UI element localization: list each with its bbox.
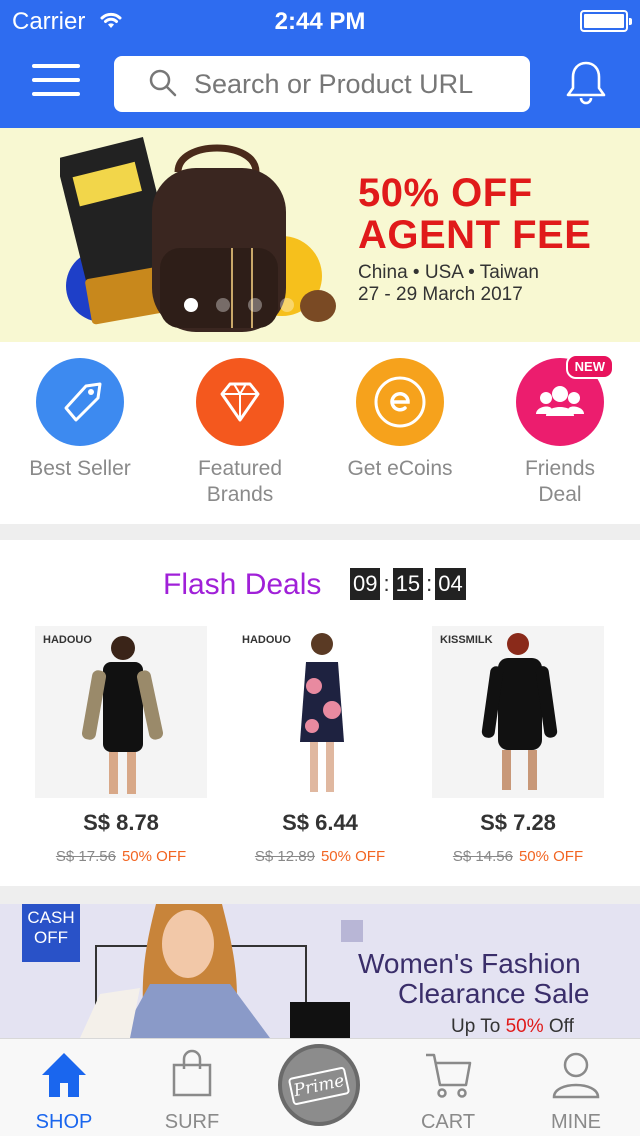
banner-title: Women's Fashion	[358, 948, 581, 979]
banner-subtitle: Clearance Sale	[398, 978, 590, 1009]
category-shortcuts: Best Seller Featured Brands Get eCoins N…	[0, 342, 640, 524]
tab-cart[interactable]: CART	[384, 1039, 512, 1136]
bell-icon[interactable]	[562, 58, 610, 106]
tab-surf[interactable]: SURF	[128, 1039, 256, 1136]
cash-off-badge: CASH OFF	[22, 904, 80, 962]
category-label: Best Seller	[29, 457, 131, 480]
status-bar: Carrier 2:44 PM	[0, 0, 640, 40]
product-price: S$ 7.28	[480, 810, 556, 835]
category-best-seller[interactable]: Best Seller	[0, 358, 160, 482]
category-label: Featured Brands	[197, 457, 283, 506]
discount-label: 50% OFF	[518, 848, 584, 865]
timer-seconds: 04	[435, 568, 466, 600]
original-price: S$ 14.56	[452, 848, 513, 865]
tab-shop[interactable]: SHOP	[0, 1039, 128, 1136]
menu-button[interactable]	[32, 62, 80, 102]
tab-label: CART	[420, 1111, 476, 1133]
battery-icon	[580, 10, 632, 32]
product-card[interactable]: HADOUO S$ 8.78 S$ 17.56 50% OFF	[35, 626, 207, 865]
new-badge: NEW	[565, 354, 614, 379]
tab-label: MINE	[551, 1111, 601, 1133]
search-placeholder: Search or Product URL	[194, 69, 474, 99]
promo-subtitle: China • USA • Taiwan 27 - 29 March 2017	[358, 262, 539, 305]
category-label: Get eCoins	[347, 457, 453, 480]
shopping-bag-icon	[172, 1049, 212, 1097]
category-featured-brands[interactable]: Featured Brands	[160, 358, 320, 508]
diamond-icon	[220, 382, 260, 422]
product-image: KISSMILK	[432, 626, 604, 798]
product-card[interactable]: KISSMILK S$ 7.28 S$ 14.56 50% OFF	[432, 626, 604, 865]
tab-label: SHOP	[35, 1111, 93, 1133]
home-icon	[42, 1053, 86, 1097]
brand-logo: KISSMILK	[440, 634, 493, 646]
search-input[interactable]: Search or Product URL	[114, 56, 530, 112]
prime-icon: Prime	[287, 1066, 351, 1106]
brand-logo: HADOUO	[242, 634, 291, 646]
category-get-ecoins[interactable]: Get eCoins	[320, 358, 480, 482]
product-price: S$ 8.78	[83, 810, 159, 835]
cart-icon	[426, 1053, 472, 1098]
product-card[interactable]: HADOUO S$ 6.44 S$ 12.89 50% OFF	[234, 626, 406, 865]
discount-label: 50% OFF	[320, 848, 386, 865]
product-price: S$ 6.44	[282, 810, 358, 835]
brand-logo: HADOUO	[43, 634, 92, 646]
timer-minutes: 15	[392, 568, 424, 600]
flash-deals-section: Flash Deals 09:15:04 HADOUO S$ 8.78 S$ 1…	[0, 540, 640, 886]
carousel-dot[interactable]	[216, 298, 230, 312]
backpack-product-image	[60, 137, 336, 332]
promo-title: 50% OFF AGENT FEE	[358, 171, 592, 257]
countdown-timer: 09:15:04	[350, 568, 466, 600]
search-icon	[149, 69, 177, 97]
product-image: HADOUO	[35, 626, 207, 798]
flash-deals-title: Flash Deals	[163, 568, 322, 601]
app-header: Carrier 2:44 PM Search or Product URL	[0, 0, 640, 128]
original-price: S$ 17.56	[55, 848, 116, 865]
discount-label: 50% OFF	[121, 848, 187, 865]
category-label: Friends Deal	[524, 457, 596, 506]
timer-hours: 09	[350, 568, 381, 600]
original-price: S$ 12.89	[254, 848, 315, 865]
ecoin-icon	[374, 376, 426, 428]
womens-fashion-banner[interactable]: CASH OFF Women's Fashion Clearance Sale …	[0, 904, 640, 1038]
tab-label: SURF	[164, 1111, 220, 1133]
carousel-dot-active[interactable]	[184, 298, 198, 312]
user-icon	[552, 1052, 600, 1099]
menu-icon	[32, 64, 80, 68]
carousel-dot[interactable]	[280, 298, 294, 312]
product-image: HADOUO	[234, 626, 406, 798]
tab-mine[interactable]: MINE	[512, 1039, 640, 1136]
tag-icon	[64, 382, 102, 422]
promo-banner[interactable]: 50% OFF AGENT FEE China • USA • Taiwan 2…	[0, 128, 640, 342]
banner-offer: Up To 50% Off	[451, 1016, 574, 1037]
model-image	[80, 904, 350, 1038]
category-friends-deal[interactable]: NEW Friends Deal	[480, 354, 640, 508]
status-time: 2:44 PM	[274, 8, 366, 35]
carousel-dot[interactable]	[248, 298, 262, 312]
prime-button[interactable]: Prime	[278, 1044, 360, 1126]
